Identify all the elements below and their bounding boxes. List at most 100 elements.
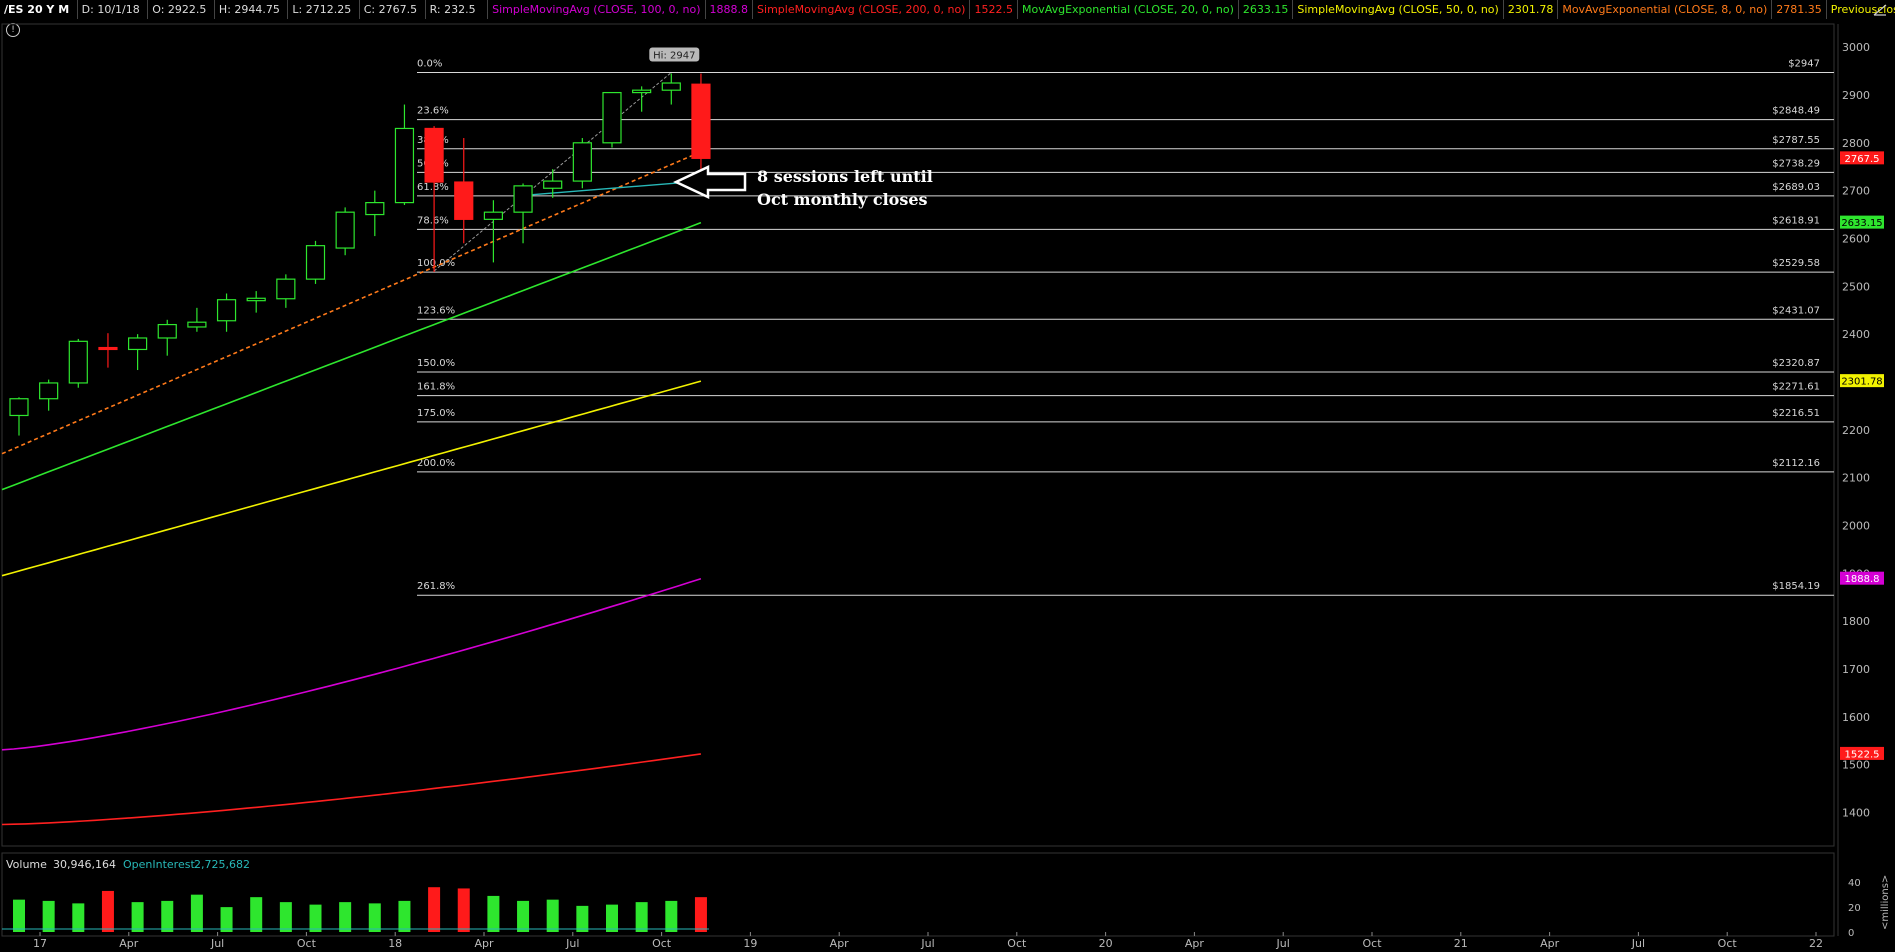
volume-bar[interactable] xyxy=(279,902,292,932)
candle-body[interactable] xyxy=(216,299,237,322)
x-tick-label: Oct xyxy=(1007,937,1027,950)
candle-body[interactable] xyxy=(128,337,148,351)
volume-bar[interactable] xyxy=(309,904,322,932)
candle-body[interactable] xyxy=(335,211,355,249)
candle-body[interactable] xyxy=(276,278,296,300)
x-tick-label: Jul xyxy=(210,937,224,950)
candle-body[interactable] xyxy=(691,83,711,159)
moving-average-line xyxy=(1,150,702,455)
candle-body[interactable] xyxy=(513,185,533,213)
volume-bar[interactable] xyxy=(72,903,85,932)
y-tick-label: 3000 xyxy=(1842,41,1870,54)
candle-body[interactable] xyxy=(483,211,503,220)
candle-body[interactable] xyxy=(632,89,652,94)
volume-bar[interactable] xyxy=(576,905,589,932)
candle-body[interactable] xyxy=(157,323,177,339)
volume-unit-label: <millions> xyxy=(1880,875,1891,930)
fib-level-price: $2112.16 xyxy=(1772,458,1820,469)
x-tick-label: 21 xyxy=(1454,937,1468,950)
x-tick-label: Jul xyxy=(1631,937,1645,950)
volume-bar[interactable] xyxy=(339,902,352,932)
fib-level-pct: 23.6% xyxy=(417,106,449,117)
candle-body[interactable] xyxy=(394,127,415,204)
volume-bar[interactable] xyxy=(250,897,263,932)
x-tick-label: Oct xyxy=(297,937,317,950)
price-panel-frame xyxy=(1,23,1835,847)
volume-bar[interactable] xyxy=(220,907,233,932)
fib-level-pct: 175.0% xyxy=(417,408,455,419)
open-interest-label: OpenInterest xyxy=(123,858,195,871)
fib-level-pct: 150.0% xyxy=(417,358,455,369)
volume-y-tick: 20 xyxy=(1848,903,1861,914)
candle-body[interactable] xyxy=(246,297,266,302)
fib-level-price: $2848.49 xyxy=(1772,106,1820,117)
volume-bar[interactable] xyxy=(368,903,381,932)
fib-level-pct: 123.6% xyxy=(417,305,455,316)
x-tick-label: 22 xyxy=(1809,937,1823,950)
price-badge-label: 1888.8 xyxy=(1845,574,1880,585)
x-tick-label: 17 xyxy=(33,937,47,950)
volume-bar[interactable] xyxy=(42,900,55,932)
volume-bar[interactable] xyxy=(190,894,203,932)
y-tick-label: 1500 xyxy=(1842,759,1870,772)
candle-body[interactable] xyxy=(365,202,385,216)
candle-body[interactable] xyxy=(98,346,118,351)
y-tick-label: 2000 xyxy=(1842,519,1870,532)
fib-level-price: $2431.07 xyxy=(1772,305,1820,316)
volume-bar[interactable] xyxy=(546,899,559,932)
volume-y-tick: 40 xyxy=(1848,878,1861,889)
annotation-text-line2: Oct monthly closes xyxy=(757,190,928,209)
fib-level-price: $2689.03 xyxy=(1772,182,1820,193)
annotation-arrow-icon xyxy=(673,165,747,199)
volume-bar[interactable] xyxy=(694,897,707,932)
y-tick-label: 1400 xyxy=(1842,807,1870,820)
fib-level-price: $2947 xyxy=(1788,58,1820,69)
y-tick-label: 2400 xyxy=(1842,328,1870,341)
x-tick-label: Oct xyxy=(1718,937,1738,950)
volume-bar[interactable] xyxy=(606,904,618,932)
x-tick-label: 19 xyxy=(743,937,757,950)
fib-level-pct: 78.6% xyxy=(417,215,449,226)
fib-level-pct: 100.0% xyxy=(417,258,455,269)
volume-bar[interactable] xyxy=(101,890,114,932)
price-badge-label: 2767.5 xyxy=(1845,154,1880,165)
fib-level-pct: 61.8% xyxy=(417,182,449,193)
volume-bar[interactable] xyxy=(487,895,500,932)
price-badge-label: 2633.15 xyxy=(1841,218,1882,229)
candle-body[interactable] xyxy=(305,245,326,280)
volume-bar[interactable] xyxy=(398,900,411,932)
fib-level-pct: 161.8% xyxy=(417,382,455,393)
volume-bar[interactable] xyxy=(517,900,530,932)
volume-bar[interactable] xyxy=(131,902,144,932)
volume-bar[interactable] xyxy=(161,900,174,932)
candle-body[interactable] xyxy=(602,91,622,144)
volume-bar[interactable] xyxy=(428,887,441,932)
candle-body[interactable] xyxy=(543,180,563,189)
x-tick-label: Jul xyxy=(920,937,934,950)
candle-body[interactable] xyxy=(661,82,681,91)
candle-body[interactable] xyxy=(9,398,29,417)
moving-average-line xyxy=(1,753,702,826)
volume-bar[interactable] xyxy=(13,899,25,932)
candle-body[interactable] xyxy=(187,321,207,328)
y-tick-label: 2500 xyxy=(1842,280,1870,293)
volume-panel-frame xyxy=(1,852,1835,937)
candle-body[interactable] xyxy=(68,340,88,384)
x-tick-label: Oct xyxy=(1362,937,1382,950)
moving-average-line xyxy=(1,221,702,491)
candle-body[interactable] xyxy=(424,127,444,183)
open-interest-value: 2,725,682 xyxy=(194,858,250,871)
x-tick-label: Apr xyxy=(1185,937,1205,950)
candle-body[interactable] xyxy=(572,142,592,182)
volume-bar[interactable] xyxy=(635,902,648,932)
y-tick-label: 2200 xyxy=(1842,424,1870,437)
price-chart[interactable]: 1400150016001700180019002000210022002300… xyxy=(0,0,1895,952)
candle-body[interactable] xyxy=(454,181,474,220)
fib-level-price: $2738.29 xyxy=(1772,158,1820,169)
fib-level-price: $2529.58 xyxy=(1772,258,1820,269)
volume-bar[interactable] xyxy=(457,888,470,932)
volume-bar[interactable] xyxy=(665,900,678,932)
volume-label: Volume xyxy=(6,858,47,871)
x-tick-label: Apr xyxy=(830,937,850,950)
candle-body[interactable] xyxy=(39,382,59,400)
